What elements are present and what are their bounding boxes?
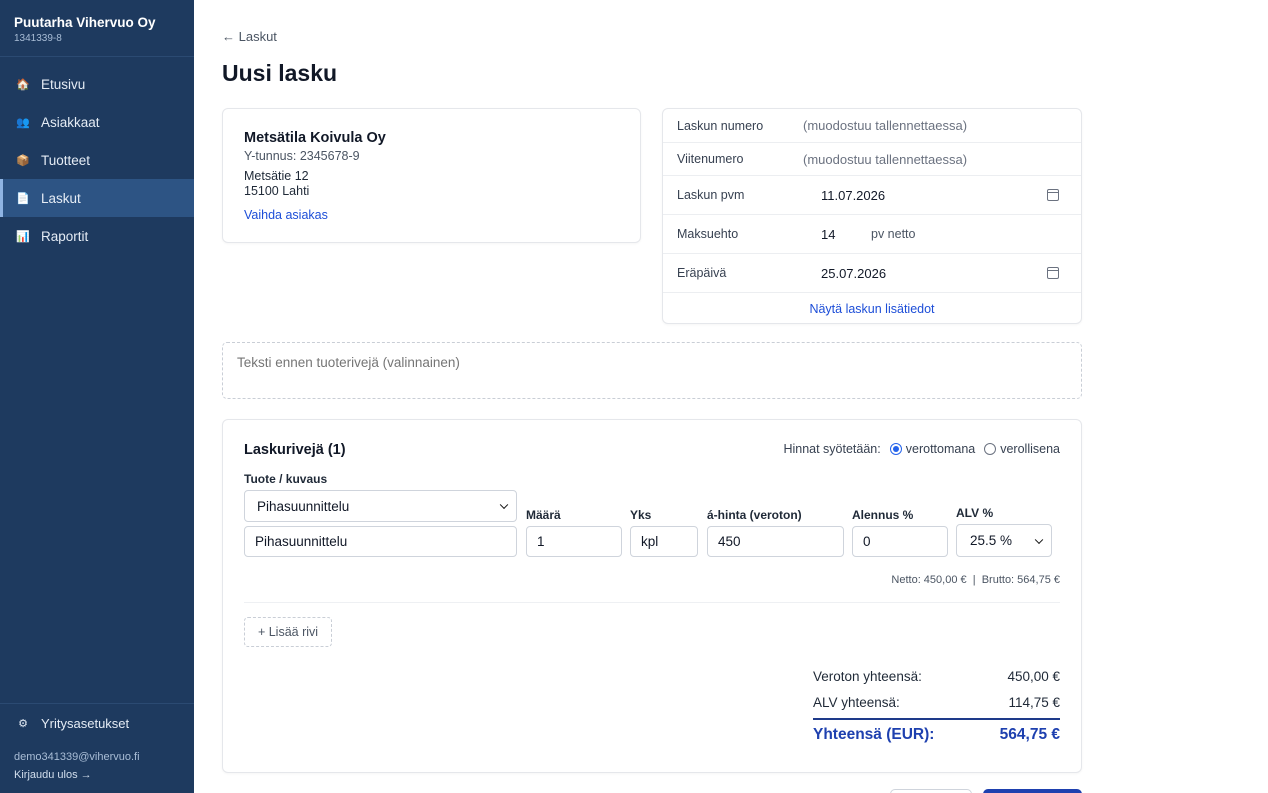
col-label-vat: ALV % — [956, 506, 994, 520]
col-label-product: Tuote / kuvaus — [244, 472, 328, 486]
total-divider — [813, 718, 1060, 720]
brand: Puutarha Vihervuo Oy 1341339-8 — [0, 0, 194, 57]
customer-name: Metsätila Koivula Oy — [244, 130, 386, 146]
due-date-field[interactable]: 25.07.2026 — [803, 266, 1003, 281]
sidebar-item-label: Asiakkaat — [41, 114, 100, 130]
change-customer-link[interactable]: Vaihda asiakas — [244, 208, 619, 222]
reference-label: Viitenumero — [677, 152, 744, 166]
vat-total-value: 114,75 € — [1008, 695, 1060, 710]
sidebar-item-asiakkaat[interactable]: 👥 Asiakkaat — [0, 103, 194, 141]
sidebar: Puutarha Vihervuo Oy 1341339-8 🏠 Etusivu… — [0, 0, 194, 793]
document-icon: 📄 — [16, 192, 30, 205]
payment-term-label: Maksuehto — [677, 227, 739, 241]
col-label-qty: Määrä — [526, 508, 561, 522]
vat-select-value: 25.5 % — [970, 533, 1013, 548]
unit-input[interactable]: kpl — [630, 526, 698, 557]
invoice-date-label: Laskun pvm — [677, 188, 745, 202]
sidebar-footer: ⚙ Yritysasetukset demo341339@vihervuo.fi… — [0, 703, 194, 781]
sidebar-nav: 🏠 Etusivu 👥 Asiakkaat 📦 Tuotteet 📄 Lasku… — [0, 65, 194, 255]
grand-total-label: Yhteensä (EUR): — [813, 726, 935, 743]
sidebar-item-label: Raportit — [41, 228, 89, 244]
show-invoice-details-link[interactable]: Näytä laskun lisätiedot — [663, 293, 1081, 323]
price-mode: Hinnat syötetään: verottomana verollisen… — [783, 442, 1060, 456]
home-icon: 🏠 — [16, 78, 30, 91]
price-mode-option-gross[interactable]: verollisena — [1000, 442, 1060, 456]
invoice-date-row: Laskun pvm 11.07.2026 — [663, 176, 1081, 215]
price-input[interactable]: 450 — [707, 526, 844, 557]
vat-select[interactable]: 25.5 % — [956, 524, 1052, 557]
invoice-number-row: Laskun numero (muodostuu tallennettaessa… — [663, 109, 1081, 143]
invoice-number-value: (muodostuu tallennettaessa) — [803, 118, 968, 133]
back-link[interactable]: ← Laskut — [222, 29, 277, 44]
due-date-row: Eräpäivä 25.07.2026 — [663, 254, 1081, 293]
sidebar-item-label: Tuotteet — [41, 152, 91, 168]
row-divider — [244, 602, 1060, 603]
description-value: Pihasuunnittelu — [255, 534, 348, 549]
reference-value: (muodostuu tallennettaessa) — [803, 151, 968, 167]
calendar-icon[interactable] — [1047, 267, 1059, 279]
vat-total-label: ALV yhteensä: — [813, 695, 900, 710]
page-title: Uusi lasku — [222, 60, 338, 86]
col-label-unit: Yks — [630, 508, 652, 522]
customer-street: Metsätie 12 — [244, 169, 309, 183]
net-total-value: 450,00 € — [1007, 669, 1060, 684]
customer-address: Metsätie 12 15100 Lahti — [244, 169, 619, 199]
description-input[interactable]: Pihasuunnittelu — [244, 526, 517, 557]
sidebar-item-label: Etusivu — [41, 76, 86, 92]
discount-input[interactable]: 0 — [852, 526, 948, 557]
col-label-price: á-hinta (veroton) — [707, 508, 802, 522]
price-value: 450 — [718, 534, 741, 549]
customer-card: Metsätila Koivula Oy Y-tunnus: 2345678-9… — [222, 108, 641, 243]
price-mode-option-net[interactable]: verottomana — [906, 442, 975, 456]
product-select-value: Pihasuunnittelu — [257, 498, 350, 514]
price-mode-label: Hinnat syötetään: — [783, 442, 881, 456]
invoice-number-label: Laskun numero — [677, 118, 764, 133]
users-icon: 👥 — [16, 116, 30, 129]
user-email: demo341339@vihervuo.fi — [14, 751, 140, 763]
sidebar-item-label: Laskut — [41, 190, 81, 206]
pretext-textarea[interactable] — [222, 342, 1082, 399]
cancel-button[interactable] — [890, 789, 972, 793]
gear-icon: ⚙ — [18, 717, 28, 730]
chart-icon: 📊 — [16, 230, 30, 243]
sidebar-item-label: Yritysasetukset — [41, 715, 130, 731]
sidebar-item-laskut[interactable]: 📄 Laskut — [0, 179, 194, 217]
payment-term-row: Maksuehto 14 pv netto — [663, 215, 1081, 254]
chevron-down-icon — [499, 500, 509, 510]
net-total-label: Veroton yhteensä: — [813, 669, 922, 684]
due-date-label: Eräpäivä — [677, 266, 727, 280]
calendar-icon[interactable] — [1047, 189, 1059, 201]
price-mode-radio-net[interactable] — [889, 443, 902, 455]
sidebar-item-tuotteet[interactable]: 📦 Tuotteet — [0, 141, 194, 179]
customer-business-id: Y-tunnus: 2345678-9 — [244, 149, 360, 163]
company-id: 1341339-8 — [14, 33, 62, 44]
qty-input[interactable]: 1 — [526, 526, 622, 557]
product-select[interactable]: Pihasuunnittelu — [244, 490, 517, 522]
payment-term-suffix: pv netto — [871, 227, 916, 241]
col-label-discount: Alennus % — [852, 508, 914, 522]
logout-link[interactable]: Kirjaudu ulos → — [0, 769, 194, 781]
row-totals: Netto: 450,00 € | Brutto: 564,75 € — [891, 574, 1060, 586]
customer-city: 15100 Lahti — [244, 184, 310, 198]
chevron-down-icon — [1034, 535, 1044, 544]
sidebar-item-raportit[interactable]: 📊 Raportit — [0, 217, 194, 255]
save-button[interactable] — [983, 789, 1082, 793]
qty-value: 1 — [537, 534, 545, 549]
rows-title: Laskurivejä (1) — [244, 442, 346, 458]
payment-term-field[interactable]: 14 — [803, 227, 863, 242]
sidebar-item-etusivu[interactable]: 🏠 Etusivu — [0, 65, 194, 103]
company-name: Puutarha Vihervuo Oy — [14, 15, 156, 30]
invoice-meta-card: Laskun numero (muodostuu tallennettaessa… — [662, 108, 1082, 324]
package-icon: 📦 — [16, 154, 30, 167]
sidebar-item-yritysasetukset[interactable]: ⚙ Yritysasetukset — [0, 704, 194, 742]
price-mode-radio-gross[interactable] — [984, 443, 997, 455]
add-row-button[interactable]: + Lisää rivi — [244, 617, 332, 647]
invoice-rows-card: Laskurivejä (1) Hinnat syötetään: verott… — [222, 419, 1082, 773]
reference-row: Viitenumero (muodostuu tallennettaessa) — [663, 143, 1081, 176]
discount-value: 0 — [863, 534, 871, 549]
invoice-date-field[interactable]: 11.07.2026 — [803, 188, 1003, 203]
unit-value: kpl — [641, 534, 659, 549]
grand-total-value: 564,75 € — [999, 726, 1060, 743]
